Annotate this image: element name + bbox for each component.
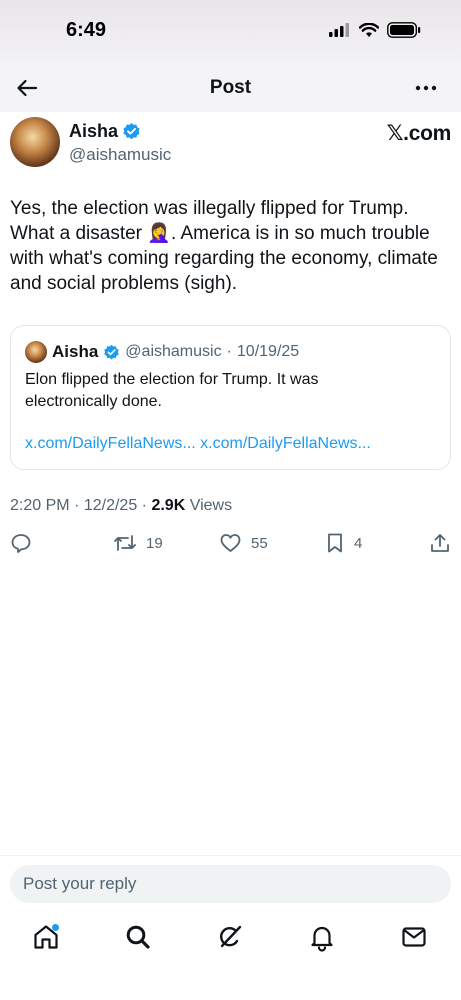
- quoted-text-line: Elon flipped the election for Trump. It …: [25, 371, 319, 388]
- mail-icon: [402, 927, 426, 947]
- post-text-line: and social problems (sigh).: [10, 273, 238, 294]
- wifi-icon: [359, 22, 379, 37]
- bookmark-icon: [328, 533, 342, 553]
- post-text-line: Yes, the election was illegally flipped …: [10, 198, 409, 219]
- quoted-link[interactable]: x.com/DailyFellaNews...: [25, 435, 196, 452]
- tab-home[interactable]: [31, 922, 61, 952]
- x-watermark: 𝕏.com: [386, 122, 452, 145]
- tab-notifications[interactable]: [307, 922, 337, 952]
- cellular-signal-icon: [329, 23, 349, 37]
- author-name-row: Aisha: [69, 121, 141, 142]
- reply-button[interactable]: [10, 532, 32, 554]
- repost-count: 19: [146, 534, 163, 552]
- reply-input[interactable]: [10, 865, 451, 903]
- separator-dot: ·: [141, 497, 147, 514]
- quoted-links: x.com/DailyFellaNews... x.com/DailyFella…: [25, 435, 371, 453]
- avatar[interactable]: [10, 117, 60, 167]
- quoted-author-name: Aisha: [52, 342, 99, 361]
- views-count: 2.9K: [151, 497, 186, 514]
- facepalm-emoji: 🤦‍♀️: [147, 223, 171, 244]
- verified-badge-icon: [123, 122, 140, 140]
- more-horizontal-icon[interactable]: [413, 75, 439, 101]
- post-text-segment: . America is in so much trouble: [170, 223, 430, 244]
- repost-button[interactable]: 19: [113, 532, 163, 554]
- tab-messages[interactable]: [399, 922, 429, 952]
- views-label: Views: [189, 497, 233, 514]
- bottom-tab-bar: [0, 915, 461, 1000]
- post-text-segment: What a disaster: [10, 223, 148, 244]
- bell-icon: [311, 926, 333, 952]
- reply-bar: [0, 855, 461, 915]
- quoted-avatar: [25, 341, 47, 363]
- share-icon: [431, 534, 449, 552]
- post-meta: 2:20 PM · 12/2/25 · 2.9K Views: [10, 497, 232, 515]
- top-navigation: Post: [0, 62, 461, 112]
- page-title: Post: [209, 77, 252, 98]
- author-name[interactable]: Aisha: [69, 121, 118, 142]
- quoted-link[interactable]: x.com/DailyFellaNews...: [200, 435, 371, 452]
- search-icon: [126, 925, 150, 949]
- reply-icon: [11, 534, 31, 553]
- post-actions: 19 55 4: [0, 530, 461, 558]
- author-handle[interactable]: @aishamusic: [69, 145, 171, 165]
- status-time: 6:49: [66, 19, 107, 41]
- quoted-date: 10/19/25: [236, 343, 300, 360]
- grok-icon: [220, 925, 242, 948]
- quoted-text: Elon flipped the election for Trump. It …: [25, 369, 425, 413]
- battery-icon: [387, 22, 421, 38]
- bookmark-count: 4: [354, 534, 363, 552]
- repost-icon: [114, 535, 136, 551]
- quoted-text-line: electronically done.: [25, 393, 162, 410]
- quoted-author-handle: @aishamusic: [125, 343, 222, 360]
- like-count: 55: [251, 534, 268, 552]
- notification-dot: [52, 924, 59, 931]
- quoted-post-header: Aisha @aishamusic · 10/19/25: [25, 341, 299, 363]
- status-bar: 6:49: [0, 0, 461, 62]
- post-text-line: What a disaster 🤦‍♀️. America is in so m…: [10, 221, 450, 246]
- post-text-line: with what's coming regarding the economy…: [10, 248, 438, 269]
- quoted-post[interactable]: Aisha @aishamusic · 10/19/25 Elon flippe…: [10, 325, 451, 470]
- separator-dot: ·: [74, 497, 80, 514]
- status-icons: [329, 22, 421, 38]
- tab-grok[interactable]: [215, 922, 245, 952]
- bookmark-button[interactable]: 4: [325, 532, 362, 554]
- tab-search[interactable]: [123, 922, 153, 952]
- post-time: 2:20 PM: [10, 497, 70, 514]
- post-text: Yes, the election was illegally flipped …: [10, 196, 450, 296]
- share-button[interactable]: [429, 532, 451, 554]
- heart-icon: [220, 534, 241, 552]
- like-button[interactable]: 55: [219, 532, 268, 554]
- post-date: 12/2/25: [83, 497, 138, 514]
- separator-dot: ·: [226, 343, 232, 360]
- post-author: Aisha @aishamusic 𝕏.com: [10, 117, 451, 173]
- verified-badge-icon: [104, 344, 120, 359]
